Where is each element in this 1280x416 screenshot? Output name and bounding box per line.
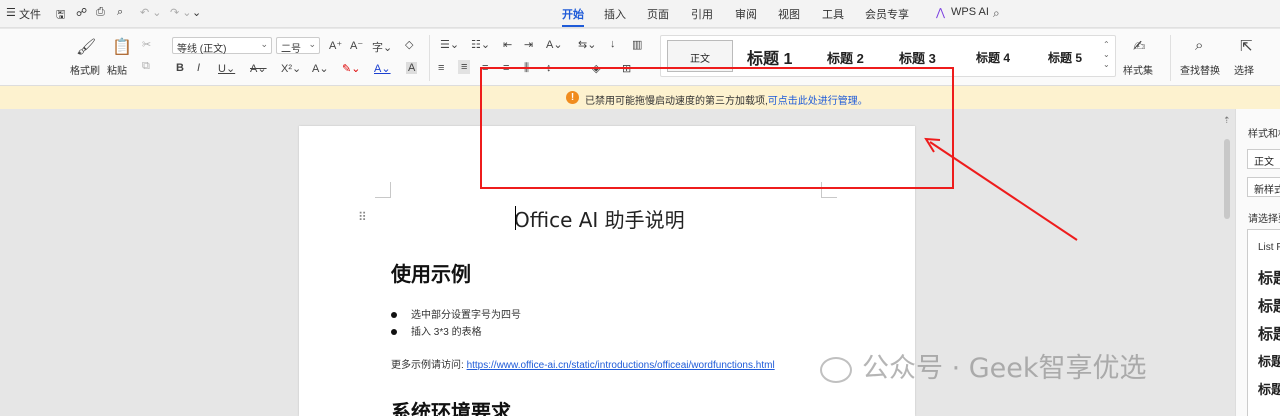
arrow-shaft: [929, 141, 1078, 241]
watermark-text: 公众号 · Geek智享优选: [862, 353, 1147, 384]
arrow-head-icon: [924, 137, 941, 153]
wechat-logo-icon: [820, 356, 852, 383]
watermark: 公众号 · Geek智享优选: [820, 346, 1147, 385]
